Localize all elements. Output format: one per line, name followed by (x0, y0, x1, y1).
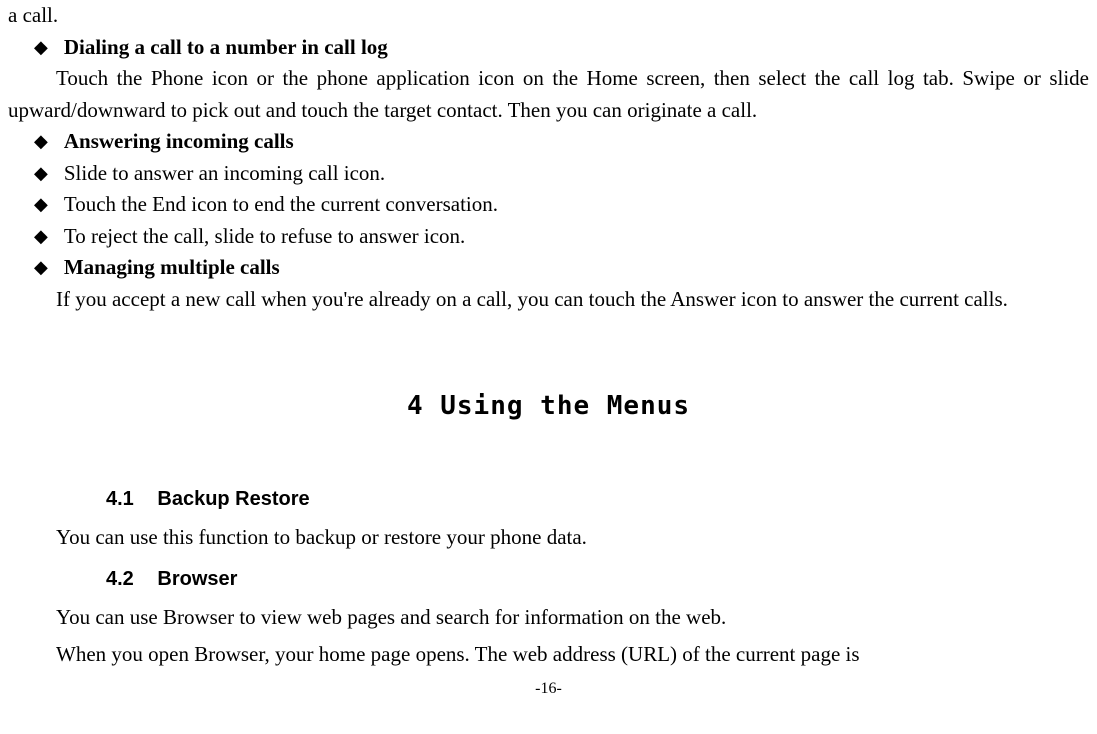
diamond-icon: ◆ (34, 158, 48, 189)
bullet-item: ◆ Managing multiple calls (8, 252, 1089, 284)
paragraph: When you open Browser, your home page op… (8, 639, 1089, 671)
section-body: You can use Browser to view web pages an… (8, 602, 1089, 634)
bullet-item: ◆ To reject the call, slide to refuse to… (8, 221, 1089, 253)
bullet-text: Managing multiple calls (64, 252, 280, 284)
paragraph: Touch the Phone icon or the phone applic… (8, 63, 1089, 126)
section-body: You can use this function to backup or r… (8, 522, 1089, 554)
bullet-text: Slide to answer an incoming call icon. (64, 158, 385, 190)
diamond-icon: ◆ (34, 221, 48, 252)
section-title: Backup Restore (157, 488, 309, 510)
diamond-icon: ◆ (34, 252, 48, 283)
top-fragment: a call. (8, 0, 1089, 32)
bullet-text: To reject the call, slide to refuse to a… (64, 221, 465, 253)
paragraph: If you accept a new call when you're alr… (8, 284, 1089, 316)
section-heading: 4.1 Backup Restore (106, 484, 1089, 514)
bullet-item: ◆ Slide to answer an incoming call icon. (8, 158, 1089, 190)
section-title: Browser (157, 568, 237, 590)
diamond-icon: ◆ (34, 32, 48, 63)
diamond-icon: ◆ (34, 189, 48, 220)
section-number: 4.2 (106, 568, 134, 590)
page-number: -16- (8, 677, 1089, 701)
bullet-item: ◆ Dialing a call to a number in call log (8, 32, 1089, 64)
bullet-text: Dialing a call to a number in call log (64, 32, 388, 64)
bullet-item: ◆ Answering incoming calls (8, 126, 1089, 158)
chapter-title: 4 Using the Menus (8, 387, 1089, 426)
bullet-text: Answering incoming calls (64, 126, 294, 158)
bullet-item: ◆ Touch the End icon to end the current … (8, 189, 1089, 221)
bullet-text: Touch the End icon to end the current co… (64, 189, 498, 221)
section-heading: 4.2 Browser (106, 564, 1089, 594)
section-number: 4.1 (106, 488, 134, 510)
diamond-icon: ◆ (34, 126, 48, 157)
